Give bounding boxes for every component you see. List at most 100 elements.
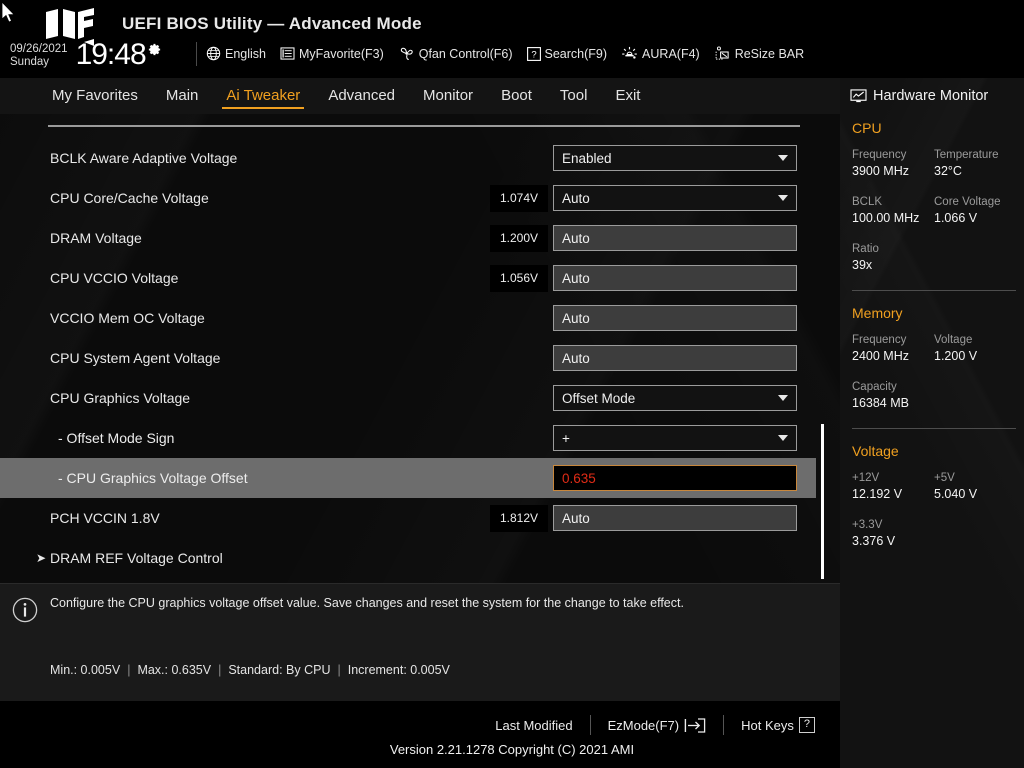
- hwmon-divider: [852, 428, 1016, 429]
- setting-row[interactable]: CPU System Agent Voltage Auto: [0, 338, 840, 378]
- hwmon-metric-key: Temperature: [934, 147, 1016, 163]
- chevron-down-icon: [778, 395, 788, 401]
- exit-arrow-icon: [684, 718, 706, 733]
- hwmon-section-title: Memory: [852, 305, 1016, 321]
- setting-label: CPU System Agent Voltage: [50, 350, 220, 366]
- gear-icon[interactable]: [147, 42, 162, 57]
- hwmon-metric: +12V12.192 V: [852, 470, 934, 503]
- nav-tab-exit[interactable]: Exit: [601, 85, 654, 107]
- setting-label: PCH VCCIN 1.8V: [50, 510, 160, 526]
- setting-input[interactable]: Auto: [553, 225, 797, 251]
- setting-row[interactable]: PCH VCCIN 1.8V 1.812V Auto: [0, 498, 840, 538]
- nav-tab-tool[interactable]: Tool: [546, 85, 602, 107]
- setting-value: Auto: [562, 191, 590, 206]
- ezmode-button[interactable]: EzMode(F7): [591, 718, 724, 733]
- setting-value: Offset Mode: [562, 391, 635, 406]
- current-value-badge: 1.812V: [490, 505, 548, 532]
- setting-row[interactable]: - CPU Graphics Voltage Offset 0.635: [0, 458, 816, 498]
- setting-value: 0.635: [562, 471, 596, 486]
- datetime-block: 09/26/2021 Sunday 19:48: [10, 40, 162, 70]
- nav-tab-main[interactable]: Main: [152, 85, 213, 107]
- setting-input[interactable]: 0.635: [553, 465, 797, 491]
- myfavorite-button[interactable]: MyFavorite(F3): [280, 47, 384, 61]
- setting-row[interactable]: - Offset Mode Sign+: [0, 418, 840, 458]
- setting-row[interactable]: CPU VCCIO Voltage 1.056V Auto: [0, 258, 840, 298]
- setting-dropdown[interactable]: Offset Mode: [553, 385, 797, 411]
- header-bar: UEFI BIOS Utility — Advanced Mode 09/26/…: [0, 0, 1024, 78]
- setting-dropdown[interactable]: Auto: [553, 185, 797, 211]
- hwmon-row: Ratio39x: [852, 241, 1016, 274]
- hwmon-spacer: [852, 227, 1016, 241]
- hwmon-row: Capacity16384 MB: [852, 379, 1016, 412]
- hwmon-metric-value: 1.200 V: [934, 348, 1016, 365]
- date-text: 09/26/2021: [10, 43, 68, 56]
- setting-input[interactable]: Auto: [553, 305, 797, 331]
- setting-row[interactable]: VCCIO Mem OC Voltage Auto: [0, 298, 840, 338]
- hwmon-row: Frequency2400 MHzVoltage1.200 V: [852, 332, 1016, 365]
- hwmon-metric-key: +12V: [852, 470, 934, 486]
- nav-tab-ai-tweaker[interactable]: Ai Tweaker: [212, 85, 314, 107]
- resize-bar-label: ReSize BAR: [735, 47, 804, 61]
- setting-row[interactable]: CPU Graphics Voltage Offset Mode: [0, 378, 840, 418]
- chevron-right-icon: ➤: [36, 551, 46, 565]
- chevron-down-icon: [778, 155, 788, 161]
- hwmon-row: Frequency3900 MHzTemperature32°C: [852, 147, 1016, 180]
- current-value-badge: 1.056V: [490, 265, 548, 292]
- hwmon-metric-key: BCLK: [852, 194, 934, 210]
- hwmon-metric: Frequency2400 MHz: [852, 332, 934, 365]
- question-box-icon: ?: [527, 47, 541, 61]
- hwmon-metric-key: Voltage: [934, 332, 1016, 348]
- setting-row[interactable]: DRAM Voltage 1.200VAuto: [0, 218, 840, 258]
- setting-label: DRAM REF Voltage Control: [50, 550, 223, 566]
- aura-button[interactable]: AURA(F4): [621, 46, 700, 61]
- setting-dropdown[interactable]: Enabled: [553, 145, 797, 171]
- hwmon-row: +3.3V3.376 V: [852, 517, 1016, 550]
- hwmon-divider: [852, 290, 1016, 291]
- setting-label: BCLK Aware Adaptive Voltage: [50, 150, 237, 166]
- setting-row[interactable]: ➤ DRAM REF Voltage Control: [0, 538, 840, 578]
- language-button[interactable]: English: [206, 46, 266, 61]
- search-button[interactable]: ? Search(F9): [527, 47, 608, 61]
- bios-screen: UEFI BIOS Utility — Advanced Mode 09/26/…: [0, 0, 1024, 768]
- limit-separator: |: [211, 663, 228, 677]
- hwmon-metric: Capacity16384 MB: [852, 379, 936, 412]
- chevron-down-icon: [778, 195, 788, 201]
- setting-input[interactable]: Auto: [553, 505, 797, 531]
- hwmon-metric-value: 1.066 V: [934, 210, 1016, 227]
- current-value-badge: 1.200V: [490, 225, 548, 252]
- setting-label: CPU VCCIO Voltage: [50, 270, 178, 286]
- setting-value: +: [562, 431, 570, 446]
- settings-scrollbar-thumb[interactable]: [821, 424, 824, 579]
- last-modified-button[interactable]: Last Modified: [478, 718, 589, 733]
- setting-label: VCCIO Mem OC Voltage: [50, 310, 205, 326]
- hwmon-metric-value: 5.040 V: [934, 486, 1016, 503]
- nav-tab-advanced[interactable]: Advanced: [314, 85, 409, 107]
- info-icon: [12, 597, 38, 623]
- hwmon-metric-value: 32°C: [934, 163, 1016, 180]
- setting-input[interactable]: Auto: [553, 345, 797, 371]
- nav-tab-my-favorites[interactable]: My Favorites: [38, 85, 152, 107]
- qfan-control-button[interactable]: Qfan Control(F6): [398, 46, 513, 61]
- setting-label: - CPU Graphics Voltage Offset: [58, 470, 248, 486]
- setting-value: Auto: [562, 511, 590, 526]
- monitor-graph-icon: [850, 89, 867, 104]
- qfan-control-label: Qfan Control(F6): [419, 47, 513, 61]
- setting-row[interactable]: BCLK Aware Adaptive Voltage Enabled: [0, 138, 840, 178]
- hwmon-metric-value: 12.192 V: [852, 486, 934, 503]
- setting-label: DRAM Voltage: [50, 230, 142, 246]
- hwmon-metric: Voltage1.200 V: [934, 332, 1016, 365]
- setting-dropdown[interactable]: +: [553, 425, 797, 451]
- resize-bar-button[interactable]: ReSize BAR: [714, 46, 804, 61]
- hotkeys-button[interactable]: Hot Keys ?: [724, 717, 832, 733]
- nav-tab-monitor[interactable]: Monitor: [409, 85, 487, 107]
- setting-label: CPU Graphics Voltage: [50, 390, 190, 406]
- setting-input[interactable]: Auto: [553, 265, 797, 291]
- hwmon-metric-key: +3.3V: [852, 517, 936, 533]
- setting-row[interactable]: CPU Core/Cache Voltage1.074VAuto: [0, 178, 840, 218]
- header-toolbar: English MyFavorite(F3): [206, 46, 804, 61]
- hwmon-metric-value: 16384 MB: [852, 395, 936, 412]
- setting-value: Auto: [562, 271, 590, 286]
- setting-value: Auto: [562, 311, 590, 326]
- hwmon-metric: Frequency3900 MHz: [852, 147, 934, 180]
- nav-tab-boot[interactable]: Boot: [487, 85, 546, 107]
